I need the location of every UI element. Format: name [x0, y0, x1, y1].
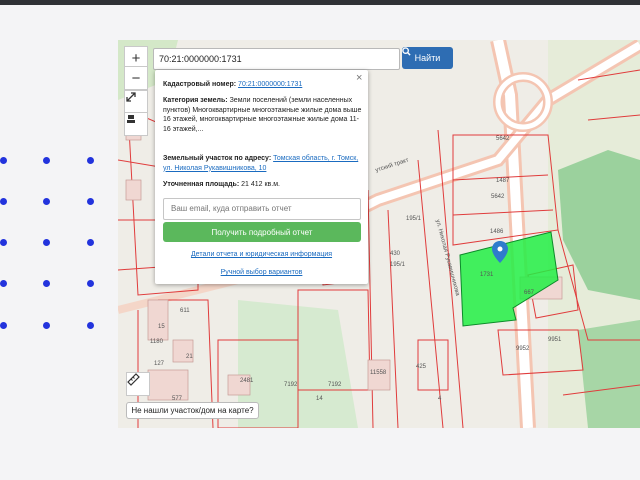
- parcel-label: 15: [158, 324, 165, 330]
- layers-button[interactable]: [124, 112, 148, 136]
- find-button[interactable]: Найти: [402, 47, 453, 69]
- parcel-label: 127: [154, 361, 165, 367]
- email-field[interactable]: [164, 199, 359, 217]
- parcel-label: 14: [316, 396, 323, 402]
- parcel-label: 425: [416, 364, 427, 370]
- cadastral-search-input[interactable]: [154, 50, 397, 68]
- zoom-out-button[interactable]: −: [124, 66, 148, 90]
- cadastral-row: Кадастровый номер: 70:21:0000000:1731: [163, 80, 363, 90]
- ruler-icon: [127, 373, 140, 386]
- top-bar: [0, 0, 640, 5]
- parcel-label: 21: [186, 354, 193, 360]
- parcel-label: 7192: [284, 382, 298, 388]
- parcel-label: 1487: [496, 178, 510, 184]
- expand-arrows-icon: [126, 92, 136, 102]
- cadastral-number-link[interactable]: 70:21:0000000:1731: [238, 81, 302, 88]
- not-found-button[interactable]: Не нашли участок/дом на карте?: [126, 402, 259, 419]
- layers-icon: [127, 115, 135, 123]
- search-field-wrapper: [153, 48, 400, 70]
- parcel-label: 5642: [491, 194, 505, 200]
- magnifier-icon: [402, 47, 411, 56]
- ruler-button[interactable]: [126, 372, 150, 396]
- cadastral-label: Кадастровый номер:: [163, 81, 237, 88]
- address-row: Земельный участок по адресу: Томская обл…: [163, 154, 363, 173]
- parcel-label: 5642: [496, 136, 510, 142]
- fullscreen-button[interactable]: [124, 90, 148, 114]
- parcel-label: 2481: [240, 378, 254, 384]
- category-label: Категория земель:: [163, 97, 228, 104]
- get-report-button[interactable]: Получить подробный отчет: [163, 222, 361, 242]
- parcel-label: 9951: [548, 337, 562, 343]
- parcel-label: 195/1: [406, 216, 422, 222]
- address-label: Земельный участок по адресу:: [163, 155, 272, 162]
- area-row: Уточненная площадь: 21 412 кв.м.: [163, 180, 363, 190]
- cadastral-map[interactable]: утский тракт ул. Николая Рукавишникова 5…: [118, 40, 640, 428]
- parcel-label: 430: [390, 251, 401, 257]
- find-button-label: Найти: [414, 53, 441, 63]
- parcel-label: 9952: [516, 346, 530, 352]
- area-label: Уточненная площадь:: [163, 181, 240, 188]
- parcel-label: 1731: [480, 272, 494, 278]
- area-value: 21 412 кв.м.: [241, 181, 280, 188]
- category-row: Категория земель: Земли поселений (земли…: [163, 96, 363, 134]
- decorative-dot-grid: [0, 150, 110, 340]
- email-field-wrapper: [163, 198, 361, 220]
- parcel-label: 11558: [370, 370, 387, 376]
- parcel-label: 667: [524, 290, 535, 296]
- parcel-label: 1180: [150, 339, 164, 345]
- manual-selection-link[interactable]: Ручной выбор вариантов: [221, 269, 303, 276]
- parcel-label: 7192: [328, 382, 342, 388]
- details-link[interactable]: Детали отчета и юридическая информация: [191, 251, 332, 258]
- parcel-label: 1486: [490, 229, 504, 235]
- parcel-label: 195/1: [390, 262, 406, 268]
- usage-text: Многоквартирные многоэтажные жилые дома …: [163, 106, 362, 133]
- parcel-info-popup: × Кадастровый номер: 70:21:0000000:1731 …: [155, 70, 368, 284]
- parcel-label: 611: [180, 308, 190, 314]
